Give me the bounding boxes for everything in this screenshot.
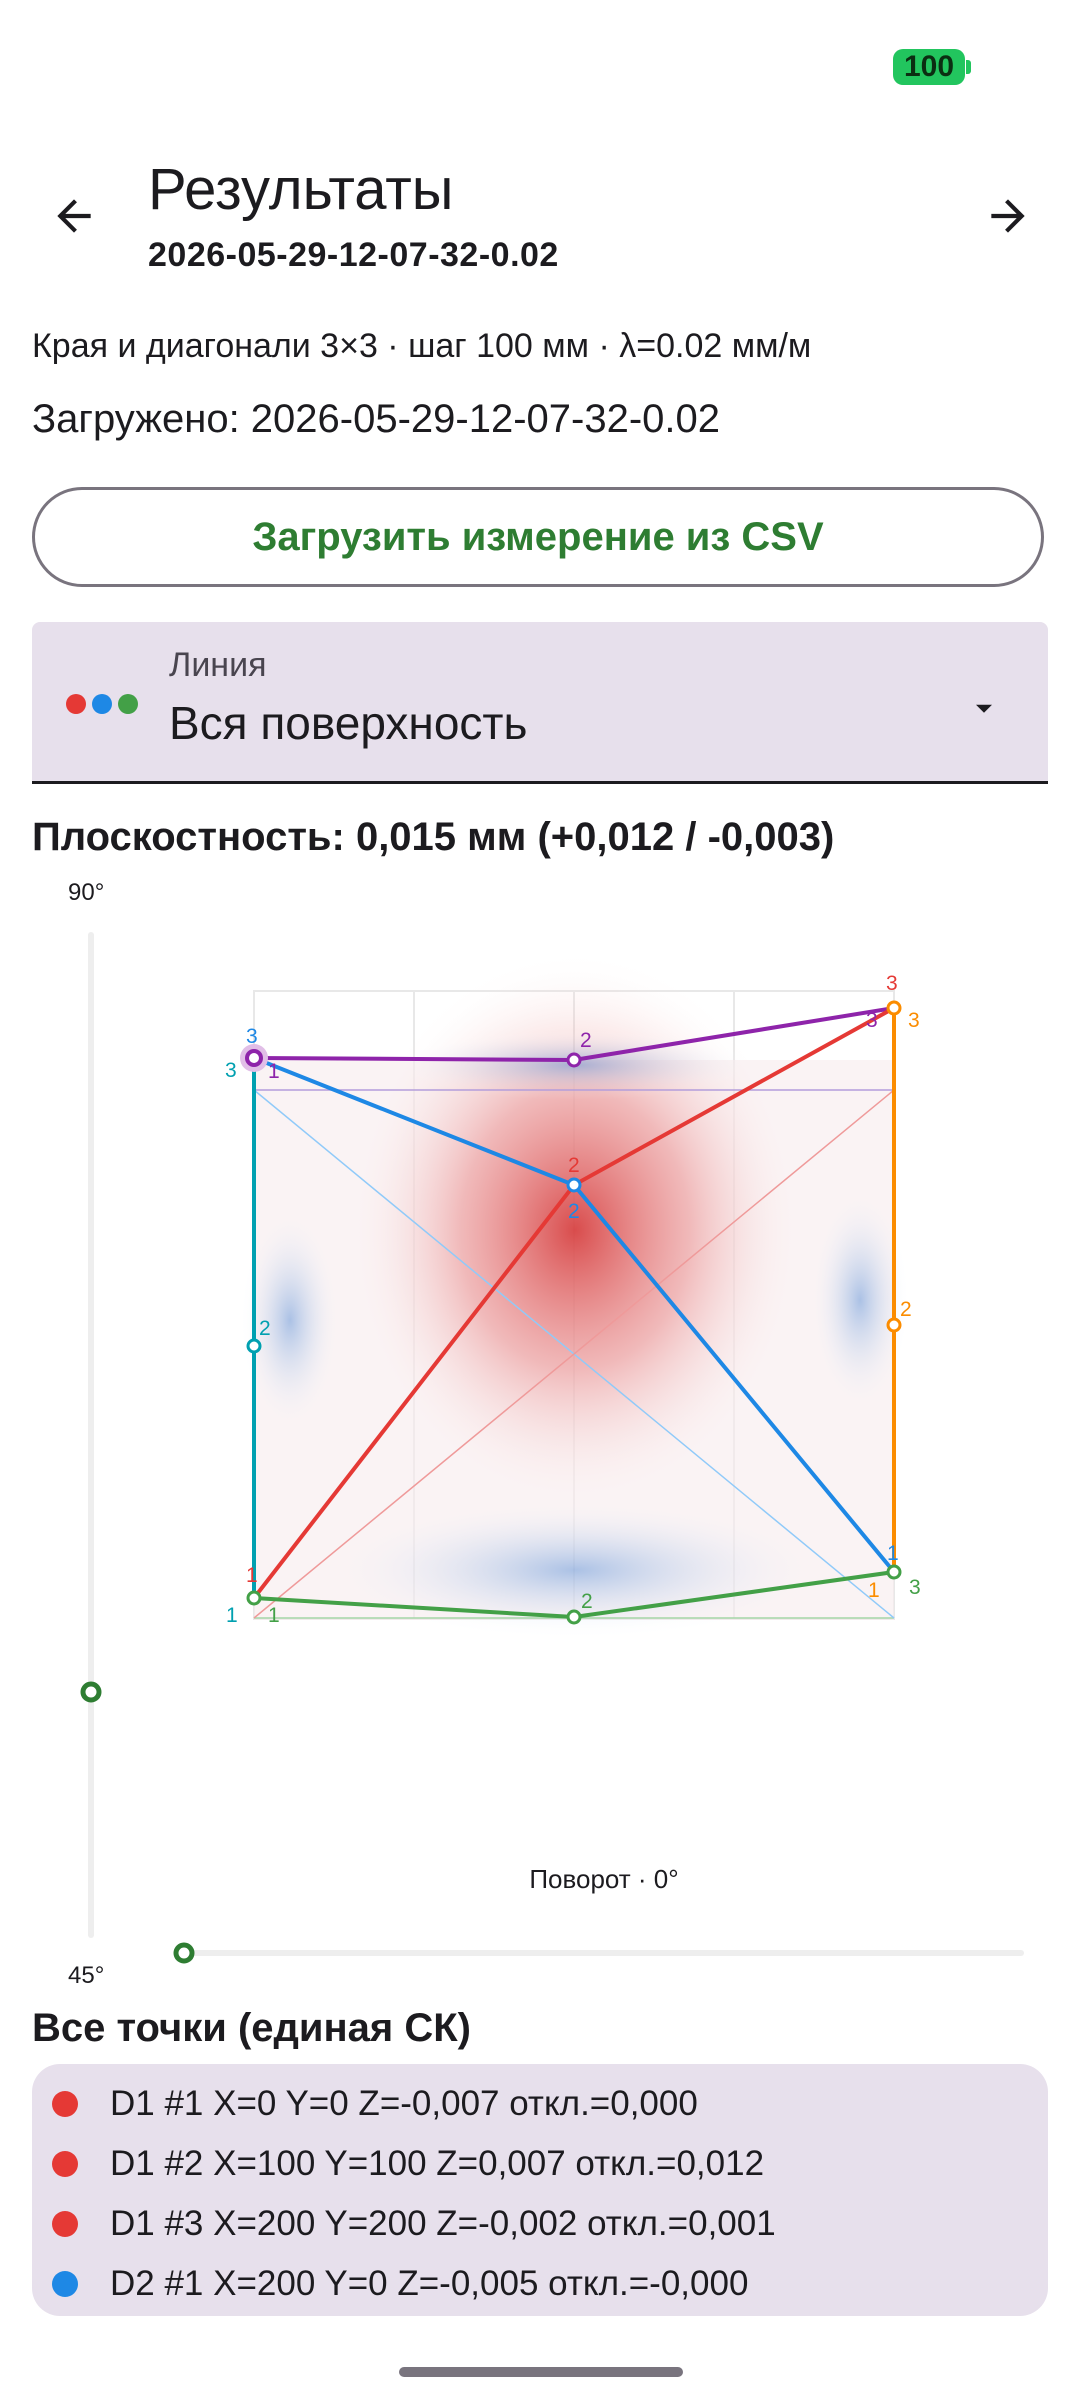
rotation-slider-thumb — [173, 1942, 195, 1964]
tilt-top-label: 90° — [68, 879, 104, 906]
point-text: D1 #1 X=0 Y=0 Z=-0,007 откл.=0,000 — [110, 2084, 698, 2123]
home-gesture-bar[interactable] — [399, 2367, 683, 2377]
svg-text:1: 1 — [868, 1579, 880, 1602]
list-item: D1 #1 X=0 Y=0 Z=-0,007 откл.=0,000 — [52, 2084, 698, 2124]
tilt-bottom-label: 45° — [68, 1962, 104, 1989]
svg-text:1: 1 — [246, 1564, 258, 1587]
points-title: Все точки (единая СК) — [32, 2006, 471, 2050]
svg-text:1: 1 — [226, 1604, 238, 1627]
list-item: D1 #2 X=100 Y=100 Z=0,007 откл.=0,012 — [52, 2144, 764, 2184]
point-color-dot — [52, 2091, 78, 2117]
svg-text:2: 2 — [568, 1154, 580, 1177]
svg-text:3: 3 — [246, 1025, 258, 1048]
svg-text:3: 3 — [909, 1576, 921, 1599]
point-color-dot — [52, 2151, 78, 2177]
svg-text:2: 2 — [259, 1317, 271, 1340]
svg-text:1: 1 — [268, 1604, 280, 1627]
svg-text:3: 3 — [886, 972, 898, 995]
svg-text:3: 3 — [908, 1009, 920, 1032]
svg-text:1: 1 — [887, 1542, 899, 1565]
points-list[interactable]: D1 #1 X=0 Y=0 Z=-0,007 откл.=0,000 D1 #2… — [32, 2064, 1048, 2316]
point-text: D2 #1 X=200 Y=0 Z=-0,005 откл.=-0,000 — [110, 2264, 749, 2303]
rotation-label: Поворот · 0° — [529, 1864, 678, 1894]
surface-chart[interactable]: 3 3 1 2 3 3 3 2 2 2 2 1 1 1 2 1 1 3 90° … — [0, 0, 1080, 2000]
point-text: D1 #3 X=200 Y=200 Z=-0,002 откл.=0,001 — [110, 2204, 776, 2243]
point-text: D1 #2 X=100 Y=100 Z=0,007 откл.=0,012 — [110, 2144, 765, 2183]
svg-text:3: 3 — [866, 1009, 878, 1032]
point-color-dot — [52, 2271, 78, 2297]
tilt-slider-thumb — [80, 1681, 102, 1703]
tilt-slider[interactable] — [80, 932, 102, 1938]
svg-text:2: 2 — [580, 1029, 592, 1052]
svg-text:2: 2 — [568, 1200, 580, 1223]
list-item: D2 #1 X=200 Y=0 Z=-0,005 откл.=-0,000 — [52, 2264, 748, 2304]
list-item: D1 #3 X=200 Y=200 Z=-0,002 откл.=0,001 — [52, 2204, 776, 2244]
svg-text:3: 3 — [225, 1059, 237, 1082]
svg-text:2: 2 — [581, 1590, 593, 1613]
rotation-slider[interactable] — [173, 1942, 1024, 1964]
svg-text:2: 2 — [900, 1298, 912, 1321]
svg-text:1: 1 — [268, 1060, 280, 1083]
point-color-dot — [52, 2211, 78, 2237]
